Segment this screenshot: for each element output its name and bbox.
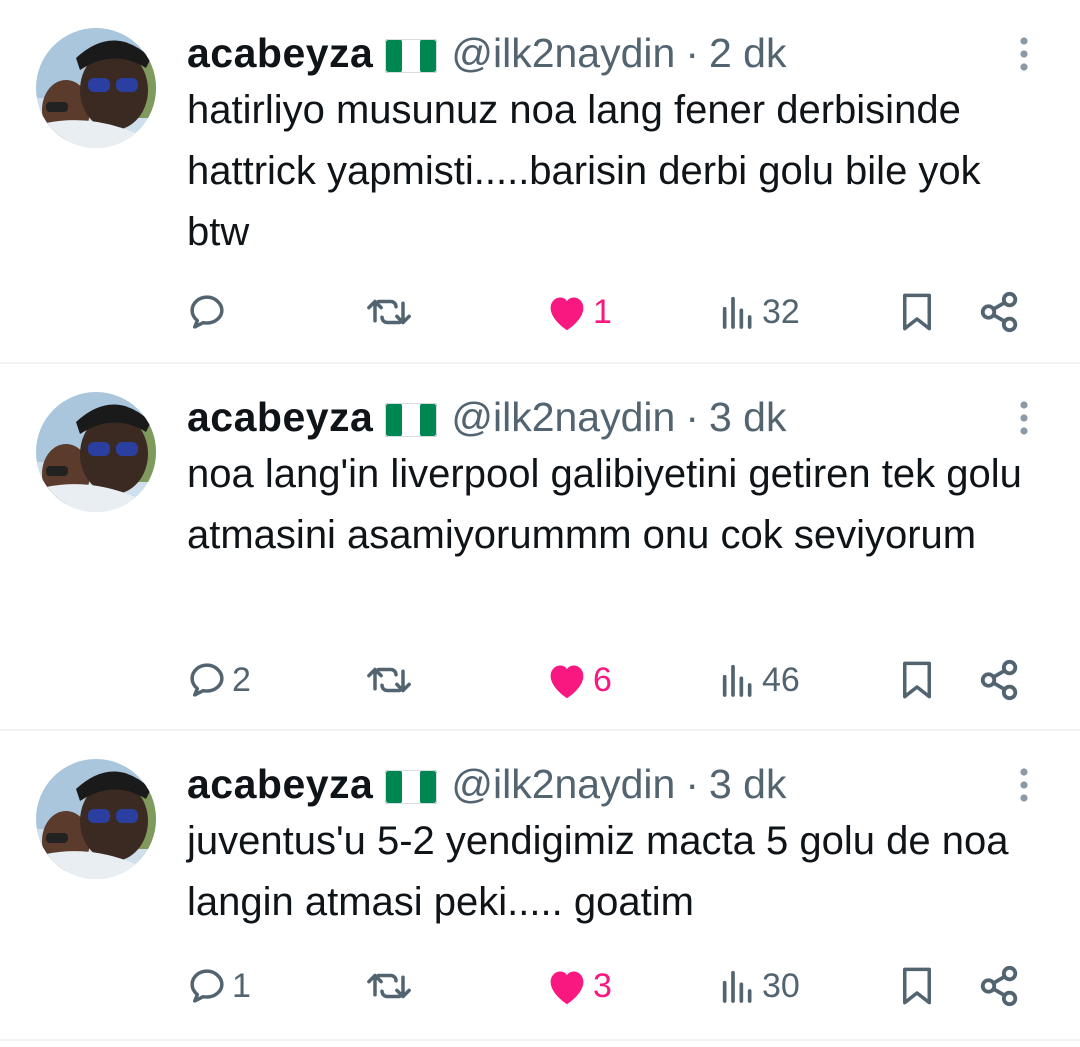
bookmark-icon <box>903 967 931 1005</box>
reply-button[interactable]: 2 <box>186 655 251 705</box>
tweet-header: acabeyza @ilk2naydin · 2 dk <box>187 27 786 79</box>
retweet-icon <box>367 299 411 325</box>
display-name[interactable]: acabeyza <box>187 30 373 77</box>
view-count: 46 <box>762 660 800 699</box>
timestamp[interactable]: 3 dk <box>709 761 787 808</box>
like-button[interactable]: 1 <box>545 287 612 337</box>
action-bar: 1 3 30 <box>0 961 1080 1011</box>
bookmark-button[interactable] <box>896 961 938 1011</box>
views-button[interactable]: 46 <box>718 655 800 705</box>
timeline: acabeyza @ilk2naydin · 2 dk hatirliyo mu… <box>0 0 1080 1047</box>
display-name[interactable]: acabeyza <box>187 394 373 441</box>
reply-button[interactable]: 1 <box>186 961 251 1011</box>
reply-icon <box>190 663 224 697</box>
tweet-header: acabeyza @ilk2naydin · 3 dk <box>187 391 786 443</box>
retweet-icon <box>367 973 411 999</box>
more-vertical-icon[interactable] <box>1014 35 1034 75</box>
user-handle[interactable]: @ilk2naydin <box>451 394 675 441</box>
bookmark-button[interactable] <box>896 287 938 337</box>
share-icon <box>980 659 1018 701</box>
timestamp[interactable]: 2 dk <box>709 30 787 77</box>
retweet-button[interactable] <box>364 961 414 1011</box>
user-handle[interactable]: @ilk2naydin <box>451 30 675 77</box>
bookmark-icon <box>903 293 931 331</box>
nigeria-flag-icon <box>385 767 438 804</box>
separator-dot: · <box>685 393 699 440</box>
reply-button[interactable] <box>186 287 232 337</box>
heart-filled-icon <box>550 665 584 699</box>
display-name[interactable]: acabeyza <box>187 761 373 808</box>
share-button[interactable] <box>977 961 1023 1011</box>
views-icon <box>722 664 752 697</box>
tweet-text: hatirliyo musunuz noa lang fener derbisi… <box>187 88 981 254</box>
like-button[interactable]: 3 <box>545 961 612 1011</box>
action-bar: 2 6 46 <box>0 655 1080 705</box>
tweet-text: juventus'u 5-2 yendigimiz macta 5 golu d… <box>187 819 1009 924</box>
more-vertical-icon[interactable] <box>1014 766 1034 806</box>
user-handle[interactable]: @ilk2naydin <box>451 761 675 808</box>
action-bar: 1 32 <box>0 287 1080 337</box>
tweet-header: acabeyza @ilk2naydin · 3 dk <box>187 758 786 810</box>
timestamp[interactable]: 3 dk <box>709 394 787 441</box>
separator-dot: · <box>685 29 699 76</box>
views-button[interactable]: 30 <box>718 961 800 1011</box>
view-count: 30 <box>762 966 800 1005</box>
share-icon <box>980 291 1018 333</box>
views-button[interactable]: 32 <box>718 287 800 337</box>
share-button[interactable] <box>977 287 1023 337</box>
avatar[interactable] <box>36 392 156 512</box>
bookmark-button[interactable] <box>896 655 938 705</box>
nigeria-flag-icon <box>385 400 438 437</box>
retweet-button[interactable] <box>364 287 414 337</box>
views-icon <box>722 970 752 1003</box>
separator-dot: · <box>685 760 699 807</box>
like-button[interactable]: 6 <box>545 655 612 705</box>
heart-filled-icon <box>550 297 584 331</box>
reply-count: 1 <box>232 966 251 1005</box>
tweet[interactable]: acabeyza @ilk2naydin · 3 dk juventus'u 5… <box>0 731 1080 1041</box>
reply-icon <box>190 295 224 329</box>
retweet-button[interactable] <box>364 655 414 705</box>
share-button[interactable] <box>977 655 1023 705</box>
avatar[interactable] <box>36 28 156 148</box>
reply-count: 2 <box>232 660 251 699</box>
more-vertical-icon[interactable] <box>1014 399 1034 439</box>
heart-filled-icon <box>550 971 584 1005</box>
like-count: 3 <box>593 966 612 1005</box>
retweet-icon <box>367 667 411 693</box>
nigeria-flag-icon <box>385 36 438 73</box>
like-count: 6 <box>593 660 612 699</box>
tweet-text: noa lang'in liverpool galibiyetini getir… <box>187 452 1022 557</box>
reply-icon <box>190 969 224 1003</box>
bookmark-icon <box>903 661 931 699</box>
like-count: 1 <box>593 292 612 331</box>
views-icon <box>722 296 752 329</box>
tweet[interactable]: acabeyza @ilk2naydin · 2 dk hatirliyo mu… <box>0 0 1080 364</box>
tweet[interactable]: acabeyza @ilk2naydin · 3 dk noa lang'in … <box>0 364 1080 731</box>
avatar[interactable] <box>36 759 156 879</box>
view-count: 32 <box>762 292 800 331</box>
share-icon <box>980 965 1018 1007</box>
